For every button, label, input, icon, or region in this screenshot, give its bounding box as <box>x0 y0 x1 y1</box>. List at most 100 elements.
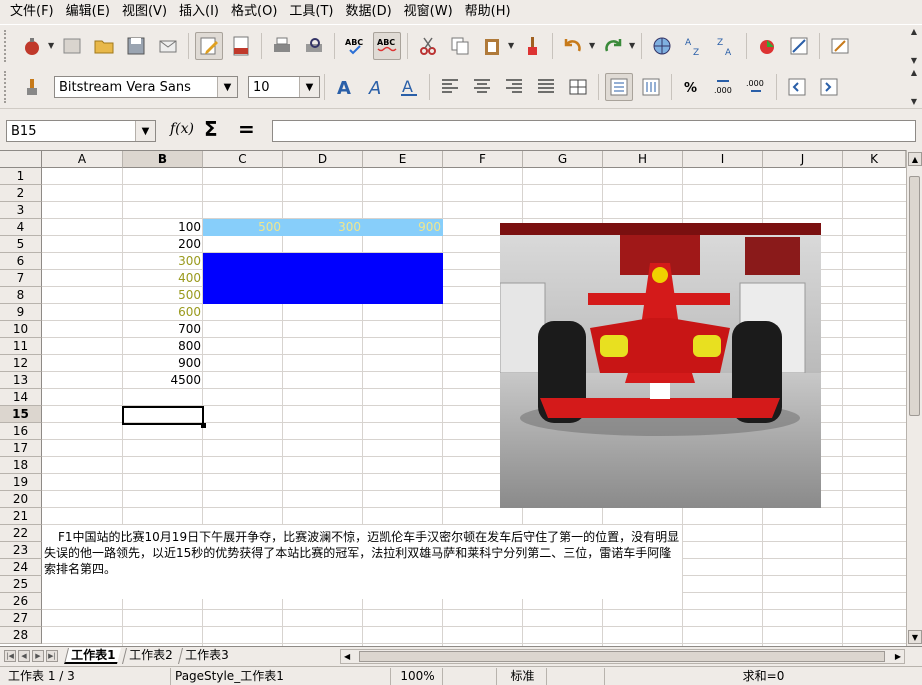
row-header-20[interactable]: 20 <box>0 491 42 508</box>
cell-b7[interactable]: 400 <box>123 270 203 287</box>
column-header-g[interactable]: G <box>523 151 603 168</box>
column-header-h[interactable]: H <box>603 151 683 168</box>
print-preview-button[interactable] <box>300 32 328 60</box>
email-button[interactable] <box>154 32 182 60</box>
number-format-button[interactable]: .000 <box>710 73 738 101</box>
column-header-b[interactable]: B <box>123 151 203 168</box>
vertical-align-button[interactable] <box>637 73 665 101</box>
row-header-22[interactable]: 22 <box>0 525 42 542</box>
row-header-21[interactable]: 21 <box>0 508 42 525</box>
row-header-23[interactable]: 23 <box>0 542 42 559</box>
chevron-down-icon[interactable]: ▼ <box>299 77 319 97</box>
row-header-11[interactable]: 11 <box>0 338 42 355</box>
merge-cells-button[interactable] <box>564 73 592 101</box>
save-button[interactable] <box>122 32 150 60</box>
toolbar-overflow[interactable]: ▲ ▼ <box>908 27 920 65</box>
row-header-2[interactable]: 2 <box>0 185 42 202</box>
toolbar-overflow[interactable]: ▲ ▼ <box>908 68 920 106</box>
status-page-style[interactable]: PageStyle_工作表1 <box>170 668 386 685</box>
sort-ascending-button[interactable]: AZ <box>680 32 708 60</box>
toolbar-grip[interactable] <box>4 29 10 62</box>
next-sheet-icon[interactable]: ▶ <box>32 650 44 662</box>
embedded-image[interactable] <box>500 223 821 508</box>
redo-dropdown-arrow[interactable]: ▼ <box>629 41 637 50</box>
row-header-19[interactable]: 19 <box>0 474 42 491</box>
scroll-up-icon[interactable]: ▲ <box>908 152 922 166</box>
column-header-f[interactable]: F <box>443 151 523 168</box>
cell-b11[interactable]: 800 <box>123 338 203 355</box>
news-text-box[interactable]: F1中国站的比赛10月19日下午展开争夺，比赛波澜不惊，迈凯伦车手汉密尔顿在发车… <box>42 525 682 599</box>
row-header-3[interactable]: 3 <box>0 202 42 219</box>
menu-view[interactable]: 视图(V) <box>116 0 173 24</box>
column-header-a[interactable]: A <box>42 151 123 168</box>
select-all-corner[interactable] <box>0 151 42 168</box>
percent-button[interactable]: % <box>678 73 706 101</box>
row-header-8[interactable]: 8 <box>0 287 42 304</box>
styles-button[interactable] <box>18 73 46 101</box>
row-header-26[interactable]: 26 <box>0 593 42 610</box>
font-size-select[interactable]: 10 ▼ <box>248 76 320 98</box>
autospellcheck-button[interactable]: ABC <box>373 31 401 60</box>
paste-dropdown-arrow[interactable]: ▼ <box>508 41 516 50</box>
scroll-thumb[interactable] <box>909 176 920 416</box>
scroll-thumb[interactable] <box>359 651 885 662</box>
menu-tools[interactable]: 工具(T) <box>283 0 339 24</box>
row-header-16[interactable]: 16 <box>0 423 42 440</box>
increase-indent-button[interactable] <box>815 73 843 101</box>
cell-b13[interactable]: 4500 <box>123 372 203 389</box>
sort-descending-button[interactable]: ZA <box>712 32 740 60</box>
menu-data[interactable]: 数据(D) <box>340 0 398 24</box>
cell-b4[interactable]: 100 <box>123 219 203 236</box>
row-header-9[interactable]: 9 <box>0 304 42 321</box>
row-header-28[interactable]: 28 <box>0 627 42 644</box>
export-pdf-button[interactable] <box>227 32 255 60</box>
chart-button[interactable] <box>753 32 781 60</box>
column-header-j[interactable]: J <box>763 151 843 168</box>
cut-button[interactable] <box>414 32 442 60</box>
sum-button[interactable]: Σ <box>204 117 218 141</box>
row-header-14[interactable]: 14 <box>0 389 42 406</box>
align-right-button[interactable] <box>500 73 528 101</box>
new-document-button[interactable] <box>18 32 46 60</box>
wrap-text-button[interactable] <box>605 73 633 101</box>
sheet-tab-1[interactable]: 工作表1 <box>64 648 122 664</box>
row-header-4[interactable]: 4 <box>0 219 42 236</box>
formula-input[interactable] <box>272 120 916 142</box>
menu-help[interactable]: 帮助(H) <box>459 0 517 24</box>
bold-button[interactable]: A <box>331 73 359 101</box>
cell-b8[interactable]: 500 <box>123 287 203 304</box>
cell-b6[interactable]: 300 <box>123 253 203 270</box>
align-center-button[interactable] <box>468 73 496 101</box>
sheet-tab-3[interactable]: 工作表3 <box>178 648 235 664</box>
function-wizard-button[interactable]: f(x) <box>170 121 194 137</box>
fill-handle[interactable] <box>201 423 206 428</box>
align-left-button[interactable] <box>436 73 464 101</box>
font-name-select[interactable]: Bitstream Vera Sans ▼ <box>54 76 238 98</box>
open-button[interactable] <box>90 32 118 60</box>
cell-d4[interactable]: 300 <box>283 219 363 236</box>
cell-b5[interactable]: 200 <box>123 236 203 253</box>
chevron-down-icon[interactable]: ▼ <box>135 121 155 141</box>
function-button[interactable]: = <box>238 117 255 141</box>
scroll-left-icon[interactable]: ◀ <box>344 650 350 663</box>
sheet-tab-2[interactable]: 工作表2 <box>122 648 179 664</box>
horizontal-scrollbar[interactable]: ◀ ▶ <box>340 649 905 664</box>
undo-button[interactable] <box>559 32 587 60</box>
row-header-18[interactable]: 18 <box>0 457 42 474</box>
row-header-25[interactable]: 25 <box>0 576 42 593</box>
copy-button[interactable] <box>446 32 474 60</box>
menu-insert[interactable]: 插入(I) <box>173 0 225 24</box>
name-box[interactable]: B15 ▼ <box>6 120 156 142</box>
menu-window[interactable]: 视窗(W) <box>398 0 459 24</box>
paste-button[interactable] <box>478 32 506 60</box>
add-decimal-button[interactable]: .000 <box>742 73 770 101</box>
cell-b12[interactable]: 900 <box>123 355 203 372</box>
column-header-d[interactable]: D <box>283 151 363 168</box>
menu-file[interactable]: 文件(F) <box>4 0 60 24</box>
last-sheet-icon[interactable]: ▶| <box>46 650 58 662</box>
column-header-c[interactable]: C <box>203 151 283 168</box>
column-header-k[interactable]: K <box>843 151 906 168</box>
column-header-i[interactable]: I <box>683 151 763 168</box>
menu-format[interactable]: 格式(O) <box>225 0 283 24</box>
row-header-27[interactable]: 27 <box>0 610 42 627</box>
